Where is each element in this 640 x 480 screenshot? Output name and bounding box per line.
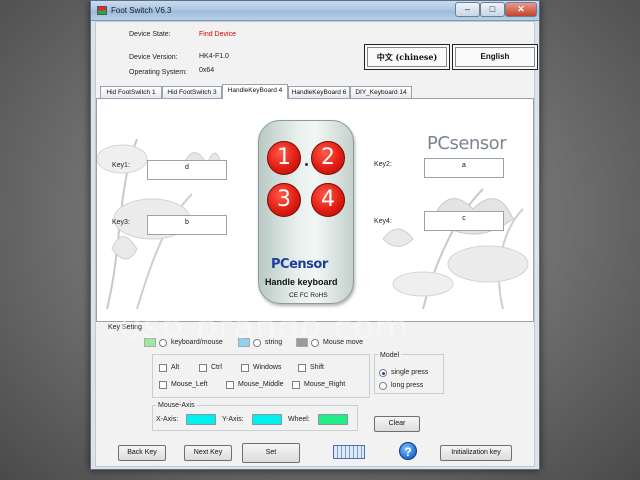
keyboard-mouse-label: keyboard/mouse	[171, 339, 223, 346]
shift-label: Shift	[310, 364, 325, 371]
english-language-button[interactable]: English	[452, 44, 538, 70]
long-press-radio[interactable]	[379, 382, 387, 390]
app-window: Foot Switch V6.3 – □ ✕ Device State: Fin…	[90, 0, 540, 470]
device-model-text: Handle keyboard	[265, 277, 338, 287]
title-bar[interactable]: Foot Switch V6.3 – □ ✕	[91, 1, 539, 21]
single-press-label: single press	[391, 369, 429, 376]
lotus-decoration-left	[97, 138, 223, 310]
close-button[interactable]: ✕	[505, 2, 537, 17]
mouse-move-radio[interactable]	[311, 339, 319, 347]
key-setting-title: Key Seting	[108, 324, 142, 331]
wheel-label: Wheel:	[288, 416, 310, 423]
windows-checkbox[interactable]	[241, 364, 249, 372]
ctrl-checkbox[interactable]	[199, 364, 207, 372]
string-radio[interactable]	[253, 339, 261, 347]
mouse-middle-checkbox[interactable]	[226, 381, 234, 389]
mouse-move-color-swatch	[296, 338, 308, 347]
key4-input[interactable]: c	[424, 211, 504, 231]
minimize-button[interactable]: –	[455, 2, 480, 17]
english-language-label: English	[480, 52, 510, 61]
single-press-radio[interactable]	[379, 369, 387, 377]
device-button-1: 1	[267, 141, 301, 175]
shift-checkbox[interactable]	[298, 364, 306, 372]
device-state-value: Find Device	[199, 31, 236, 38]
pcsensor-logo: PCsensor	[427, 133, 507, 154]
keyboard-mouse-color-swatch	[144, 338, 156, 347]
key3-input[interactable]: b	[147, 215, 227, 235]
mouse-right-label: Mouse_Right	[304, 381, 346, 388]
next-key-button[interactable]: Next Key	[184, 445, 232, 461]
key1-label: Key1:	[112, 162, 130, 169]
operating-system-value: 0x64	[199, 67, 215, 74]
keyboard-icon[interactable]	[333, 445, 365, 459]
device-state-label: Device State:	[129, 31, 171, 38]
set-button[interactable]: Set	[242, 443, 300, 463]
chinese-language-button[interactable]: 中文 (chinese)	[364, 44, 450, 70]
model-title: Model	[378, 352, 402, 359]
handle-keyboard-device-image: 1 2 3 4 PCensor Handle keyboard CE FC Ro…	[258, 120, 354, 304]
mouse-left-label: Mouse_Left	[171, 381, 208, 388]
tab-handlekeyboard-4[interactable]: HandleKeyBoard 4	[222, 84, 288, 99]
chinese-language-label: 中文 (chinese)	[376, 52, 438, 62]
client-area: Device State: Find Device Device Version…	[95, 21, 538, 467]
tab-hid-footswitch-3[interactable]: Hid FootSwitch 3	[162, 86, 222, 98]
long-press-label: long press	[391, 382, 424, 389]
back-key-button[interactable]: Back Key	[118, 445, 166, 461]
modifier-group	[152, 354, 370, 398]
help-icon[interactable]: ?	[399, 442, 417, 460]
tab-handlekeyboard-6[interactable]: HandleKeyBoard 6	[288, 86, 350, 98]
alt-label: Alt	[171, 364, 180, 371]
maximize-button[interactable]: □	[480, 2, 505, 17]
mouse-middle-label: Mouse_Middle	[238, 381, 284, 388]
window-title: Foot Switch V6.3	[111, 6, 172, 15]
wheel-input[interactable]	[318, 414, 348, 425]
key2-input[interactable]: a	[424, 158, 504, 178]
device-button-3: 3	[267, 183, 301, 217]
mouse-right-checkbox[interactable]	[292, 381, 300, 389]
device-certification-marks: CE FC RoHS	[289, 292, 328, 299]
x-axis-input[interactable]	[186, 414, 216, 425]
device-version-label: Device Version:	[129, 54, 178, 61]
app-icon	[97, 6, 107, 15]
key4-label: Key4:	[374, 218, 392, 225]
device-button-2: 2	[311, 141, 345, 175]
mouse-move-label: Mouse move	[323, 339, 364, 346]
mouse-left-checkbox[interactable]	[159, 381, 167, 389]
device-button-4: 4	[311, 183, 345, 217]
key3-label: Key3:	[112, 219, 130, 226]
initialization-key-button[interactable]: Initialization key	[440, 445, 512, 461]
x-axis-label: X-Axis:	[156, 416, 179, 423]
tab-diy-keyboard-14[interactable]: DIY_Keyboard 14	[350, 86, 412, 98]
windows-label: Windows	[253, 364, 282, 371]
led-indicator	[305, 163, 308, 166]
mouse-axis-title: Mouse-Axis	[156, 402, 197, 409]
device-version-value: HK4-F1.0	[199, 53, 229, 60]
y-axis-input[interactable]	[252, 414, 282, 425]
key2-label: Key2:	[374, 161, 392, 168]
alt-checkbox[interactable]	[159, 364, 167, 372]
tab-hid-footswitch-1[interactable]: Hid FootSwitch 1	[100, 86, 162, 98]
y-axis-label: Y-Axis:	[222, 416, 244, 423]
key1-input[interactable]: d	[147, 160, 227, 180]
ctrl-label: Ctrl	[211, 364, 222, 371]
device-brand-logo: PCensor	[271, 257, 328, 272]
string-color-swatch	[238, 338, 250, 347]
string-label: string	[265, 339, 283, 346]
keyboard-mouse-radio[interactable]	[159, 339, 167, 347]
clear-button[interactable]: Clear	[374, 416, 420, 432]
operating-system-label: Operating System:	[129, 69, 187, 76]
